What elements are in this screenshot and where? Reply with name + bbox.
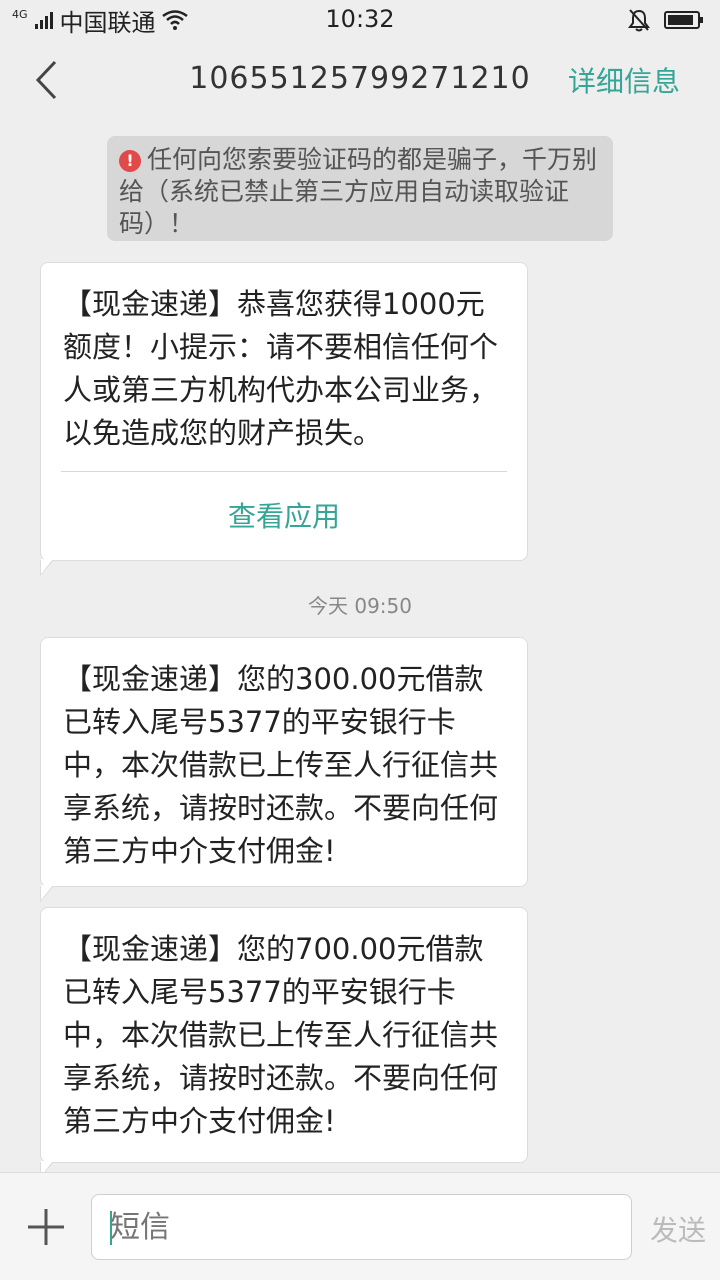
text-cursor bbox=[110, 1211, 112, 1245]
battery-icon bbox=[664, 11, 703, 29]
bubble-divider bbox=[61, 471, 507, 472]
security-warning: ! 任何向您索要验证码的都是骗子，千万别给（系统已禁止第三方应用自动读取验证码）！ bbox=[107, 136, 613, 241]
wifi-icon bbox=[161, 10, 188, 30]
message-timestamp: 今天 09:50 bbox=[308, 594, 412, 618]
conversation-header: 10655125799271210 详细信息 bbox=[0, 40, 720, 120]
message-bubble[interactable]: 【现金速递】您的300.00元借款已转入尾号5377的平安银行卡中，本次借款已上… bbox=[40, 637, 528, 902]
message-bubble[interactable]: 【现金速递】您的700.00元借款已转入尾号5377的平安银行卡中，本次借款已上… bbox=[40, 907, 528, 1172]
message-text: 【现金速递】恭喜您获得1000元额度！小提示：请不要相信任何个人或第三方机构代办… bbox=[63, 287, 499, 450]
mute-bell-icon bbox=[628, 9, 650, 32]
message-thread[interactable]: ! 任何向您索要验证码的都是骗子，千万别给（系统已禁止第三方应用自动读取验证码）！… bbox=[0, 120, 720, 1172]
details-button[interactable]: 详细信息 bbox=[568, 60, 680, 100]
status-left: 4G 中国联通 bbox=[12, 3, 188, 38]
status-bar: 4G 中国联通 10:32 bbox=[0, 0, 720, 40]
warning-text: 任何向您索要验证码的都是骗子，千万别给（系统已禁止第三方应用自动读取验证码）！ bbox=[119, 145, 598, 238]
message-text: 【现金速递】您的300.00元借款已转入尾号5377的平安银行卡中，本次借款已上… bbox=[63, 662, 499, 868]
sms-input[interactable] bbox=[91, 1194, 632, 1260]
compose-bar: 发送 bbox=[0, 1172, 720, 1280]
view-app-button[interactable]: 查看应用 bbox=[41, 495, 527, 538]
carrier-name: 中国联通 bbox=[59, 8, 156, 37]
signal-icon bbox=[34, 12, 53, 29]
status-right bbox=[628, 8, 704, 32]
message-text: 【现金速递】您的700.00元借款已转入尾号5377的平安银行卡中，本次借款已上… bbox=[63, 932, 499, 1138]
message-bubble[interactable]: 【现金速递】恭喜您获得1000元额度！小提示：请不要相信任何个人或第三方机构代办… bbox=[40, 262, 528, 576]
network-type: 4G bbox=[12, 7, 28, 21]
alert-icon: ! bbox=[119, 150, 141, 172]
send-button[interactable]: 发送 bbox=[650, 1209, 706, 1249]
plus-icon[interactable] bbox=[26, 1207, 66, 1247]
